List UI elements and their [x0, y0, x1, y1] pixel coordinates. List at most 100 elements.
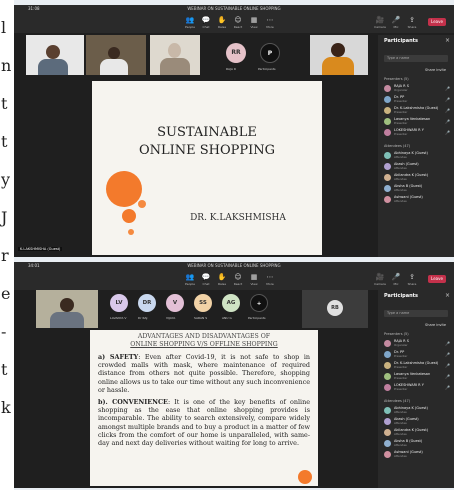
people-icon: P [267, 50, 273, 57]
section-presenters[interactable]: Presenters (5) [384, 77, 409, 81]
toolbar-react-button[interactable]: ☺ React [232, 273, 244, 286]
toolbar-more-button[interactable]: ⋯ More [264, 16, 276, 29]
avatar: DR [138, 294, 156, 312]
avatar: RB [327, 300, 343, 316]
slide-author: DR. K.LAKSHMISHA [190, 213, 286, 223]
participant-row[interactable]: LOKESHWARI R Y Presenter 🎤 [384, 383, 450, 392]
participant-row[interactable]: Lavanya Venkatesan Presenter 🎤 [384, 372, 450, 381]
mic-icon: 🎤 [445, 385, 450, 390]
avatar [384, 107, 391, 114]
toolbar-people-button[interactable]: 👥 People [184, 273, 196, 286]
toolbar-chat-button[interactable]: 💬 Chat [200, 16, 212, 29]
close-icon[interactable]: × [445, 292, 450, 299]
raise-hand-icon: ✋ [217, 16, 227, 24]
margin-letter: t [1, 132, 8, 151]
avatar [384, 429, 391, 436]
participant-row[interactable]: RAJA R S Organizer 🎤 [384, 339, 450, 348]
toolbar-raise-hand-button[interactable]: ✋ Raise [216, 273, 228, 286]
avatar [384, 174, 391, 181]
more-icon: ⋯ [266, 16, 274, 24]
meeting-screenshot-1: 31:08 WEBINAR ON SUSTAINABLE ONLINE SHOP… [14, 5, 454, 257]
participant-row[interactable]: Abhinaya K (Guest) Attendee [384, 406, 450, 415]
toolbar-more-button[interactable]: ⋯ More [264, 273, 276, 286]
margin-letter: l [1, 18, 7, 37]
participant-row[interactable]: Dr. PP Presenter 🎤 [384, 350, 450, 359]
participant-row[interactable]: Akash (Guest) Attendee [384, 417, 450, 426]
raise-hand-icon: ✋ [217, 273, 227, 281]
avatar [384, 340, 391, 347]
toolbar-camera-button[interactable]: 🎥 Camera [374, 273, 386, 286]
margin-letter: t [1, 360, 8, 379]
participants-panel: Participants × Type a name Share invite … [378, 35, 454, 257]
tile-caption: RAJA R [226, 67, 236, 71]
participants-tile[interactable]: + [250, 294, 268, 312]
participant-row[interactable]: Akash (Guest) Attendee [384, 162, 450, 171]
participant-row[interactable]: Dr. K.Lakshmisha (Guest) Presenter 🎤 [384, 361, 450, 370]
toolbar-raise-hand-button[interactable]: ✋ Raise [216, 16, 228, 29]
mic-icon: 🎤 [445, 108, 450, 113]
decor-circle [122, 209, 136, 223]
toolbar-chat-button[interactable]: 💬 Chat [200, 273, 212, 286]
participant-row[interactable]: Aksha B (Guest) Attendee [384, 184, 450, 193]
meeting-toolbar: 👥 People 💬 Chat ✋ Raise ☺ React ▦ View ⋯ More … [14, 13, 454, 33]
toolbar-share-button[interactable]: ⇪ Share [406, 273, 418, 286]
chat-icon: 💬 [201, 273, 211, 281]
participant-row[interactable]: Dr. K.Lakshmisha (Guest) Presenter 🎤 [384, 106, 450, 115]
share-invite-button[interactable]: Share invite [425, 323, 446, 327]
mic-icon: 🎤 [445, 86, 450, 91]
participant-row[interactable]: Ashwani (Guest) Attendee [384, 450, 450, 459]
participant-row[interactable]: Dr. PP Presenter 🎤 [384, 95, 450, 104]
participant-row[interactable]: Ashwani (Guest) Attendee [384, 195, 450, 204]
close-icon[interactable]: × [445, 37, 450, 44]
share-invite-button[interactable]: Share invite [425, 68, 446, 72]
tile-caption: VIJAYA [166, 316, 176, 320]
slide-point-safety: a) SAFETY: Even after Covid-19, it is no… [98, 353, 310, 394]
toolbar-mic-button[interactable]: 🎤 Mic [390, 16, 402, 29]
participant-row[interactable]: LOKESHWARI R Y Presenter 🎤 [384, 128, 450, 137]
toolbar-camera-button[interactable]: 🎥 Camera [374, 16, 386, 29]
toolbar-view-button[interactable]: ▦ View [248, 16, 260, 29]
mic-icon: 🎤 [445, 363, 450, 368]
margin-letter: n [1, 56, 12, 75]
search-input[interactable]: Type a name [384, 55, 448, 62]
tile-caption: SARAN S [194, 316, 208, 320]
participants-tile[interactable]: P [260, 43, 280, 63]
toolbar-people-button[interactable]: 👥 People [184, 16, 196, 29]
margin-letter: e [1, 284, 11, 303]
view-icon: ▦ [250, 273, 258, 281]
toolbar-mic-button[interactable]: 🎤 Mic [390, 273, 402, 286]
video-tile-woman [310, 35, 368, 75]
presenter-caption: K.LAKSHMISHA (Guest) [18, 247, 63, 251]
participant-row[interactable]: Akilandra K (Guest) Attendee [384, 173, 450, 182]
section-attendees[interactable]: Attendees (47) [384, 144, 410, 148]
slide-point-convenience: b). CONVENIENCE: It is one of the key be… [98, 398, 310, 448]
toolbar-share-button[interactable]: ⇪ Share [406, 16, 418, 29]
participant-row[interactable]: RAJA R S Organizer 🎤 [384, 84, 450, 93]
leave-button[interactable]: Leave [428, 18, 446, 26]
decor-circle [138, 200, 146, 208]
section-presenters[interactable]: Presenters (5) [384, 332, 409, 336]
avatar [384, 384, 391, 391]
leave-button[interactable]: Leave [428, 275, 446, 283]
toolbar-view-button[interactable]: ▦ View [248, 273, 260, 286]
avatar [384, 163, 391, 170]
participants-icon: 👥 [185, 16, 195, 24]
search-input[interactable]: Type a name [384, 310, 448, 317]
participant-row[interactable]: Akilandra K (Guest) Attendee [384, 428, 450, 437]
tile-caption: ANU G [222, 316, 232, 320]
participant-row[interactable]: Abhinaya K (Guest) Attendee [384, 151, 450, 160]
toolbar-react-button[interactable]: ☺ React [232, 16, 244, 29]
shared-slide-content: ADVANTAGES AND DISADVANTAGES OF ONLINE S… [90, 330, 318, 486]
slide-heading: ONLINE SHOPPING V/S OFFLINE SHOPPING [130, 341, 278, 348]
camera-icon: 🎥 [375, 273, 385, 281]
participant-row[interactable]: Aksha B (Guest) Attendee [384, 439, 450, 448]
section-attendees[interactable]: Attendees (47) [384, 399, 410, 403]
people-icon: + [256, 301, 262, 307]
margin-letter: k [1, 398, 11, 417]
participant-row[interactable]: Lavanya Venkatesan Presenter 🎤 [384, 117, 450, 126]
margin-letter: t [1, 94, 8, 113]
avatar [384, 85, 391, 92]
view-icon: ▦ [250, 16, 258, 24]
avatar [384, 451, 391, 458]
mic-icon: 🎤 [445, 374, 450, 379]
